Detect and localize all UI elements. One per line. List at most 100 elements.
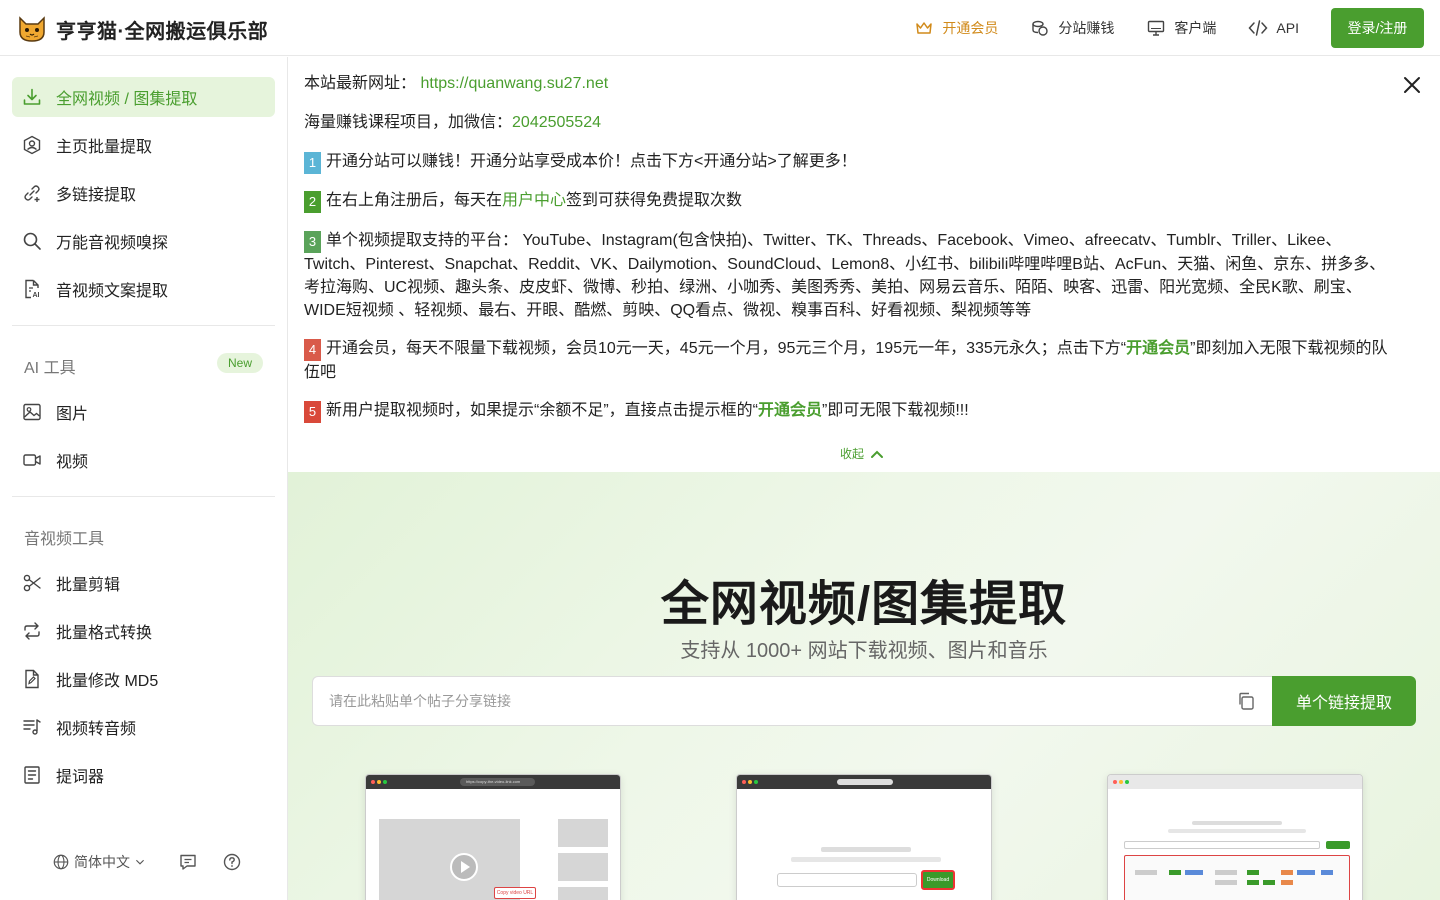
sidebar-item-label: 万能音视频嗅探 xyxy=(56,235,169,252)
nav-api[interactable]: API xyxy=(1248,18,1299,38)
brand-title[interactable]: 亨亨猫·全网搬运俱乐部 xyxy=(56,15,268,44)
sidebar-item-label: 提词器 xyxy=(56,769,105,786)
demo-thumb xyxy=(558,887,608,900)
coins-icon xyxy=(1032,20,1049,36)
sidebar-item-label: 全网视频 / 图集提取 xyxy=(56,91,198,108)
notice-text: 签到可获得免费提取次数 xyxy=(566,192,743,209)
demo-input xyxy=(777,873,917,887)
demo-screenshot-results xyxy=(1107,774,1363,900)
notice-item-2: 2 在右上角注册后，每天在用户中心签到可获得免费提取次数 xyxy=(304,189,1394,213)
sidebar-item-video-extract[interactable]: 全网视频 / 图集提取 xyxy=(12,77,275,117)
demo-chip xyxy=(1297,870,1315,875)
notice-number: 1 xyxy=(304,152,321,174)
demo-chip xyxy=(1247,870,1259,875)
sidebar-item-homepage-batch[interactable]: 主页批量提取 xyxy=(12,125,275,165)
demo-copy-tooltip: Copy video URL xyxy=(494,887,536,899)
wechat-id[interactable]: 2042505524 xyxy=(512,114,601,131)
user-center-link[interactable]: 用户中心 xyxy=(502,192,566,209)
demo-results-box xyxy=(1124,855,1350,900)
crown-icon xyxy=(916,22,933,34)
demo-line xyxy=(1192,821,1282,825)
sidebar-item-ai-video[interactable]: 视频 xyxy=(12,440,275,480)
browser-bar: https://copy-the-video-link.com xyxy=(366,775,620,789)
login-register-button[interactable]: 登录/注册 xyxy=(1331,8,1424,48)
demo-line xyxy=(1168,829,1306,833)
notice-text: ”即可无限下载视频!!! xyxy=(822,402,969,419)
sidebar-item-label: 批量剪辑 xyxy=(56,577,121,594)
demo-chip xyxy=(1169,870,1181,875)
demo-download-button: Download xyxy=(921,870,955,890)
nav-api-label: API xyxy=(1276,20,1299,36)
demo-url: https://copy-the-video-link.com xyxy=(460,778,535,786)
nav-vip[interactable]: 开通会员 xyxy=(914,18,998,38)
sidebar-divider xyxy=(12,325,275,326)
paste-copy-icon[interactable] xyxy=(1236,691,1256,711)
browser-bar xyxy=(737,775,991,789)
new-badge: New xyxy=(217,353,263,373)
demo-input xyxy=(1124,841,1320,849)
text-document-icon xyxy=(24,766,40,784)
svg-text:AI: AI xyxy=(33,292,40,299)
language-selector[interactable]: 简体中文 xyxy=(52,852,146,872)
sidebar-item-label: 音视频文案提取 xyxy=(56,283,169,300)
notice-item-1: 1 开通分站可以赚钱！开通分站享受成本价！点击下方<开通分站>了解更多！ xyxy=(304,150,1394,174)
image-icon xyxy=(23,403,41,421)
hero-subtitle: 支持从 1000+ 网站下载视频、图片和音乐 xyxy=(680,640,1048,662)
sidebar-item-label: 视频转音频 xyxy=(56,721,137,738)
feedback-chat-icon[interactable] xyxy=(178,852,198,872)
sidebar-item-ai-image[interactable]: 图片 xyxy=(12,392,275,432)
sidebar-divider xyxy=(12,496,275,497)
vip-link[interactable]: 开通会员 xyxy=(758,402,822,419)
code-icon xyxy=(1248,20,1268,36)
cat-logo-icon[interactable] xyxy=(16,12,48,44)
notice-site-url: 本站最新网址： https://quanwang.su27.net xyxy=(304,72,1394,95)
user-circle-icon xyxy=(23,135,41,155)
hero-title: 全网视频/图集提取 xyxy=(660,578,1068,631)
notice-text: 单个视频提取支持的平台： YouTube、Instagram(包含快拍)、Twi… xyxy=(304,232,1386,319)
nav-client-label: 客户端 xyxy=(1174,20,1217,36)
play-icon xyxy=(450,853,478,881)
sidebar-item-video-to-audio[interactable]: 视频转音频 xyxy=(12,707,275,747)
sidebar-item-label: 多链接提取 xyxy=(56,187,137,204)
help-icon[interactable] xyxy=(222,852,242,872)
nav-client[interactable]: 客户端 xyxy=(1146,18,1216,38)
single-link-extract-button[interactable]: 单个链接提取 xyxy=(1272,676,1416,726)
globe-icon xyxy=(53,854,69,870)
sidebar-item-label: 视频 xyxy=(56,454,89,471)
demo-chip xyxy=(1215,870,1237,875)
demo-thumb xyxy=(558,853,608,881)
sidebar-item-transcript[interactable]: AI 音视频文案提取 xyxy=(12,269,275,309)
site-url-prefix: 本站最新网址： xyxy=(304,75,417,92)
sidebar-item-format-convert[interactable]: 批量格式转换 xyxy=(12,611,275,651)
notice-item-5: 5 新用户提取视频时，如果提示“余额不足”，直接点击提示框的“开通会员”即可无限下… xyxy=(304,399,1394,423)
close-icon[interactable] xyxy=(1402,75,1422,95)
notice-item-4: 4 开通会员，每天不限量下载视频，会员10元一天，45元一个月，95元三个月，19… xyxy=(304,337,1394,384)
notice-wechat: 海量赚钱课程项目，加微信：2042505524 xyxy=(304,111,1394,134)
sidebar-item-teleprompter[interactable]: 提词器 xyxy=(12,755,275,795)
link-plus-icon xyxy=(24,185,40,202)
wechat-prefix: 海量赚钱课程项目，加微信： xyxy=(304,114,513,131)
search-icon xyxy=(23,232,41,250)
top-header: 亨亨猫·全网搬运俱乐部 开通会员 分站赚钱 客户端 API 登录/注册 xyxy=(0,0,1440,56)
collapse-toggle[interactable]: 收起 xyxy=(840,445,884,462)
sidebar-item-md5[interactable]: 批量修改 MD5 xyxy=(12,659,275,699)
nav-substation-label: 分站赚钱 xyxy=(1058,20,1115,36)
share-link-input[interactable] xyxy=(312,676,1272,726)
sidebar-item-multi-link[interactable]: 多链接提取 xyxy=(12,173,275,213)
notice-number: 2 xyxy=(304,191,321,213)
sidebar-item-sniffer[interactable]: 万能音视频嗅探 xyxy=(12,221,275,261)
notice-item-3: 3 单个视频提取支持的平台： YouTube、Instagram(包含快拍)、Tw… xyxy=(304,229,1394,322)
chevron-up-icon xyxy=(871,450,884,458)
vip-link[interactable]: 开通会员 xyxy=(1126,340,1190,357)
demo-screenshot-copy-link: https://copy-the-video-link.com Copy vid… xyxy=(365,774,621,900)
top-nav: 开通会员 分站赚钱 客户端 API 登录/注册 xyxy=(914,8,1424,48)
browser-bar xyxy=(1108,775,1362,789)
site-url-link[interactable]: https://quanwang.su27.net xyxy=(420,75,608,92)
notice-text: 开通分站可以赚钱！开通分站享受成本价！点击下方<开通分站>了解更多！ xyxy=(326,153,857,170)
av-tools-section-title: 音视频工具 xyxy=(24,531,105,548)
notice-number: 3 xyxy=(304,231,321,253)
nav-substation[interactable]: 分站赚钱 xyxy=(1030,18,1114,38)
chevron-down-icon xyxy=(136,859,144,865)
file-edit-icon xyxy=(25,669,39,689)
sidebar-item-batch-edit[interactable]: 批量剪辑 xyxy=(12,563,275,603)
